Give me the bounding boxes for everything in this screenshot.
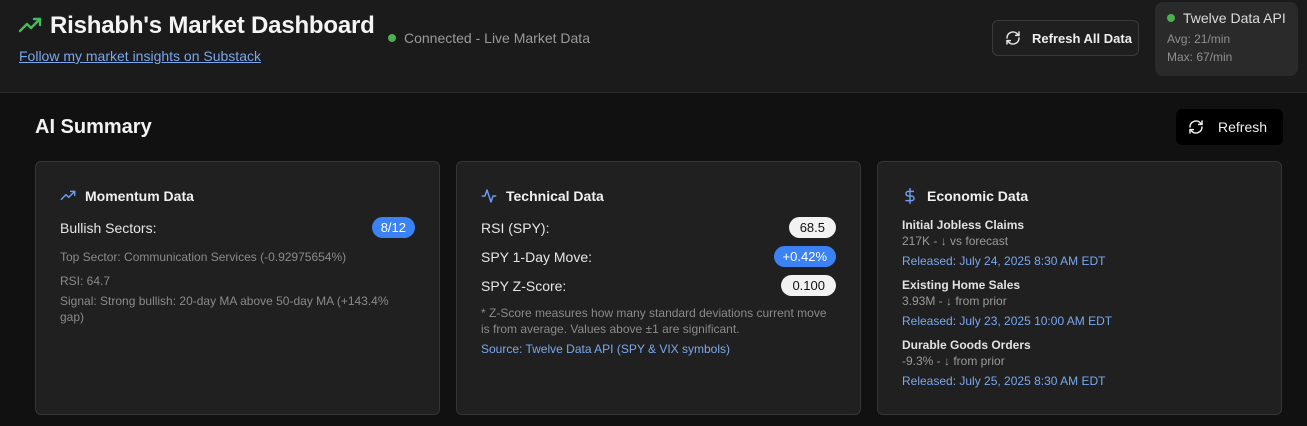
status-dot-icon <box>388 34 396 42</box>
substack-link[interactable]: Follow my market insights on Substack <box>19 48 261 64</box>
econ-item-value: 3.93M - ↓ from prior <box>902 294 1007 308</box>
rsi-badge: 68.5 <box>788 217 836 238</box>
econ-item-value: -9.3% - ↓ from prior <box>902 354 1005 368</box>
api-title-row: Twelve Data API <box>1167 10 1286 26</box>
spy-move-badge: +0.42% <box>773 246 836 267</box>
econ-item-date: Released: July 25, 2025 8:30 AM EDT <box>902 374 1106 388</box>
technical-card-header: Technical Data <box>481 188 836 204</box>
z-score-row: SPY Z-Score: 0.100 <box>481 275 836 296</box>
econ-item: Initial Jobless Claims 217K - ↓ vs forec… <box>902 218 1257 268</box>
refresh-button[interactable]: Refresh <box>1176 109 1283 145</box>
trending-up-icon <box>60 190 76 201</box>
momentum-card-title: Momentum Data <box>85 188 194 204</box>
refresh-all-label: Refresh All Data <box>1032 30 1132 46</box>
title-row: Rishabh's Market Dashboard <box>18 12 375 40</box>
econ-item-title: Durable Goods Orders <box>902 338 1031 352</box>
app-header: Rishabh's Market Dashboard Follow my mar… <box>0 0 1307 93</box>
refresh-icon <box>1006 31 1020 45</box>
momentum-card: Momentum Data Bullish Sectors: 8/12 Top … <box>35 161 440 415</box>
dollar-icon <box>905 188 915 204</box>
connection-status: Connected - Live Market Data <box>388 30 590 46</box>
econ-item-value: 217K - ↓ vs forecast <box>902 234 1009 248</box>
economic-card-header: Economic Data <box>902 188 1257 204</box>
economic-card: Economic Data Initial Jobless Claims 217… <box>877 161 1282 415</box>
econ-item-title: Existing Home Sales <box>902 278 1021 292</box>
z-score-note: * Z-Score measures how many standard dev… <box>481 306 827 336</box>
econ-item-date: Released: July 24, 2025 8:30 AM EDT <box>902 254 1106 268</box>
technical-card-title: Technical Data <box>506 188 604 204</box>
bullish-sectors-label: Bullish Sectors: <box>60 219 157 236</box>
z-score-badge: 0.100 <box>781 275 836 296</box>
economic-card-title: Economic Data <box>927 188 1029 204</box>
refresh-all-button[interactable]: Refresh All Data <box>992 20 1139 56</box>
api-status-dot-icon <box>1167 14 1175 22</box>
signal-text: Signal: Strong bullish: 20-day MA above … <box>60 294 389 324</box>
section-title: AI Summary <box>35 116 152 138</box>
rsi-text: RSI: 64.7 <box>60 274 111 288</box>
econ-item: Existing Home Sales 3.93M - ↓ from prior… <box>902 278 1257 328</box>
bullish-sectors-row: Bullish Sectors: 8/12 <box>60 217 415 238</box>
refresh-label: Refresh <box>1218 119 1268 135</box>
top-sector-text: Top Sector: Communication Services (-0.9… <box>60 250 347 264</box>
spy-move-row: SPY 1-Day Move: +0.42% <box>481 246 836 267</box>
momentum-card-header: Momentum Data <box>60 188 415 204</box>
rsi-row: RSI (SPY): 68.5 <box>481 217 836 238</box>
rsi-label: RSI (SPY): <box>481 219 550 236</box>
activity-icon <box>481 189 497 203</box>
status-text: Connected - Live Market Data <box>404 30 590 46</box>
bullish-sectors-badge: 8/12 <box>371 217 415 238</box>
page-title: Rishabh's Market Dashboard <box>50 12 375 39</box>
econ-item: Durable Goods Orders -9.3% - ↓ from prio… <box>902 338 1257 388</box>
source-text: Source: Twelve Data API (SPY & VIX symbo… <box>481 342 730 356</box>
econ-item-title: Initial Jobless Claims <box>902 218 1025 232</box>
spy-move-label: SPY 1-Day Move: <box>481 248 593 265</box>
api-usage-panel: Twelve Data API Avg: 21/min Max: 67/min <box>1155 2 1298 76</box>
econ-item-date: Released: July 23, 2025 10:00 AM EDT <box>902 314 1113 328</box>
api-name: Twelve Data API <box>1183 10 1286 26</box>
z-score-label: SPY Z-Score: <box>481 277 567 294</box>
api-max: Max: 67/min <box>1167 50 1233 64</box>
technical-card: Technical Data RSI (SPY): 68.5 SPY 1-Day… <box>456 161 861 415</box>
trending-up-icon <box>18 17 42 33</box>
refresh-icon <box>1189 120 1203 134</box>
api-avg: Avg: 21/min <box>1167 32 1231 46</box>
